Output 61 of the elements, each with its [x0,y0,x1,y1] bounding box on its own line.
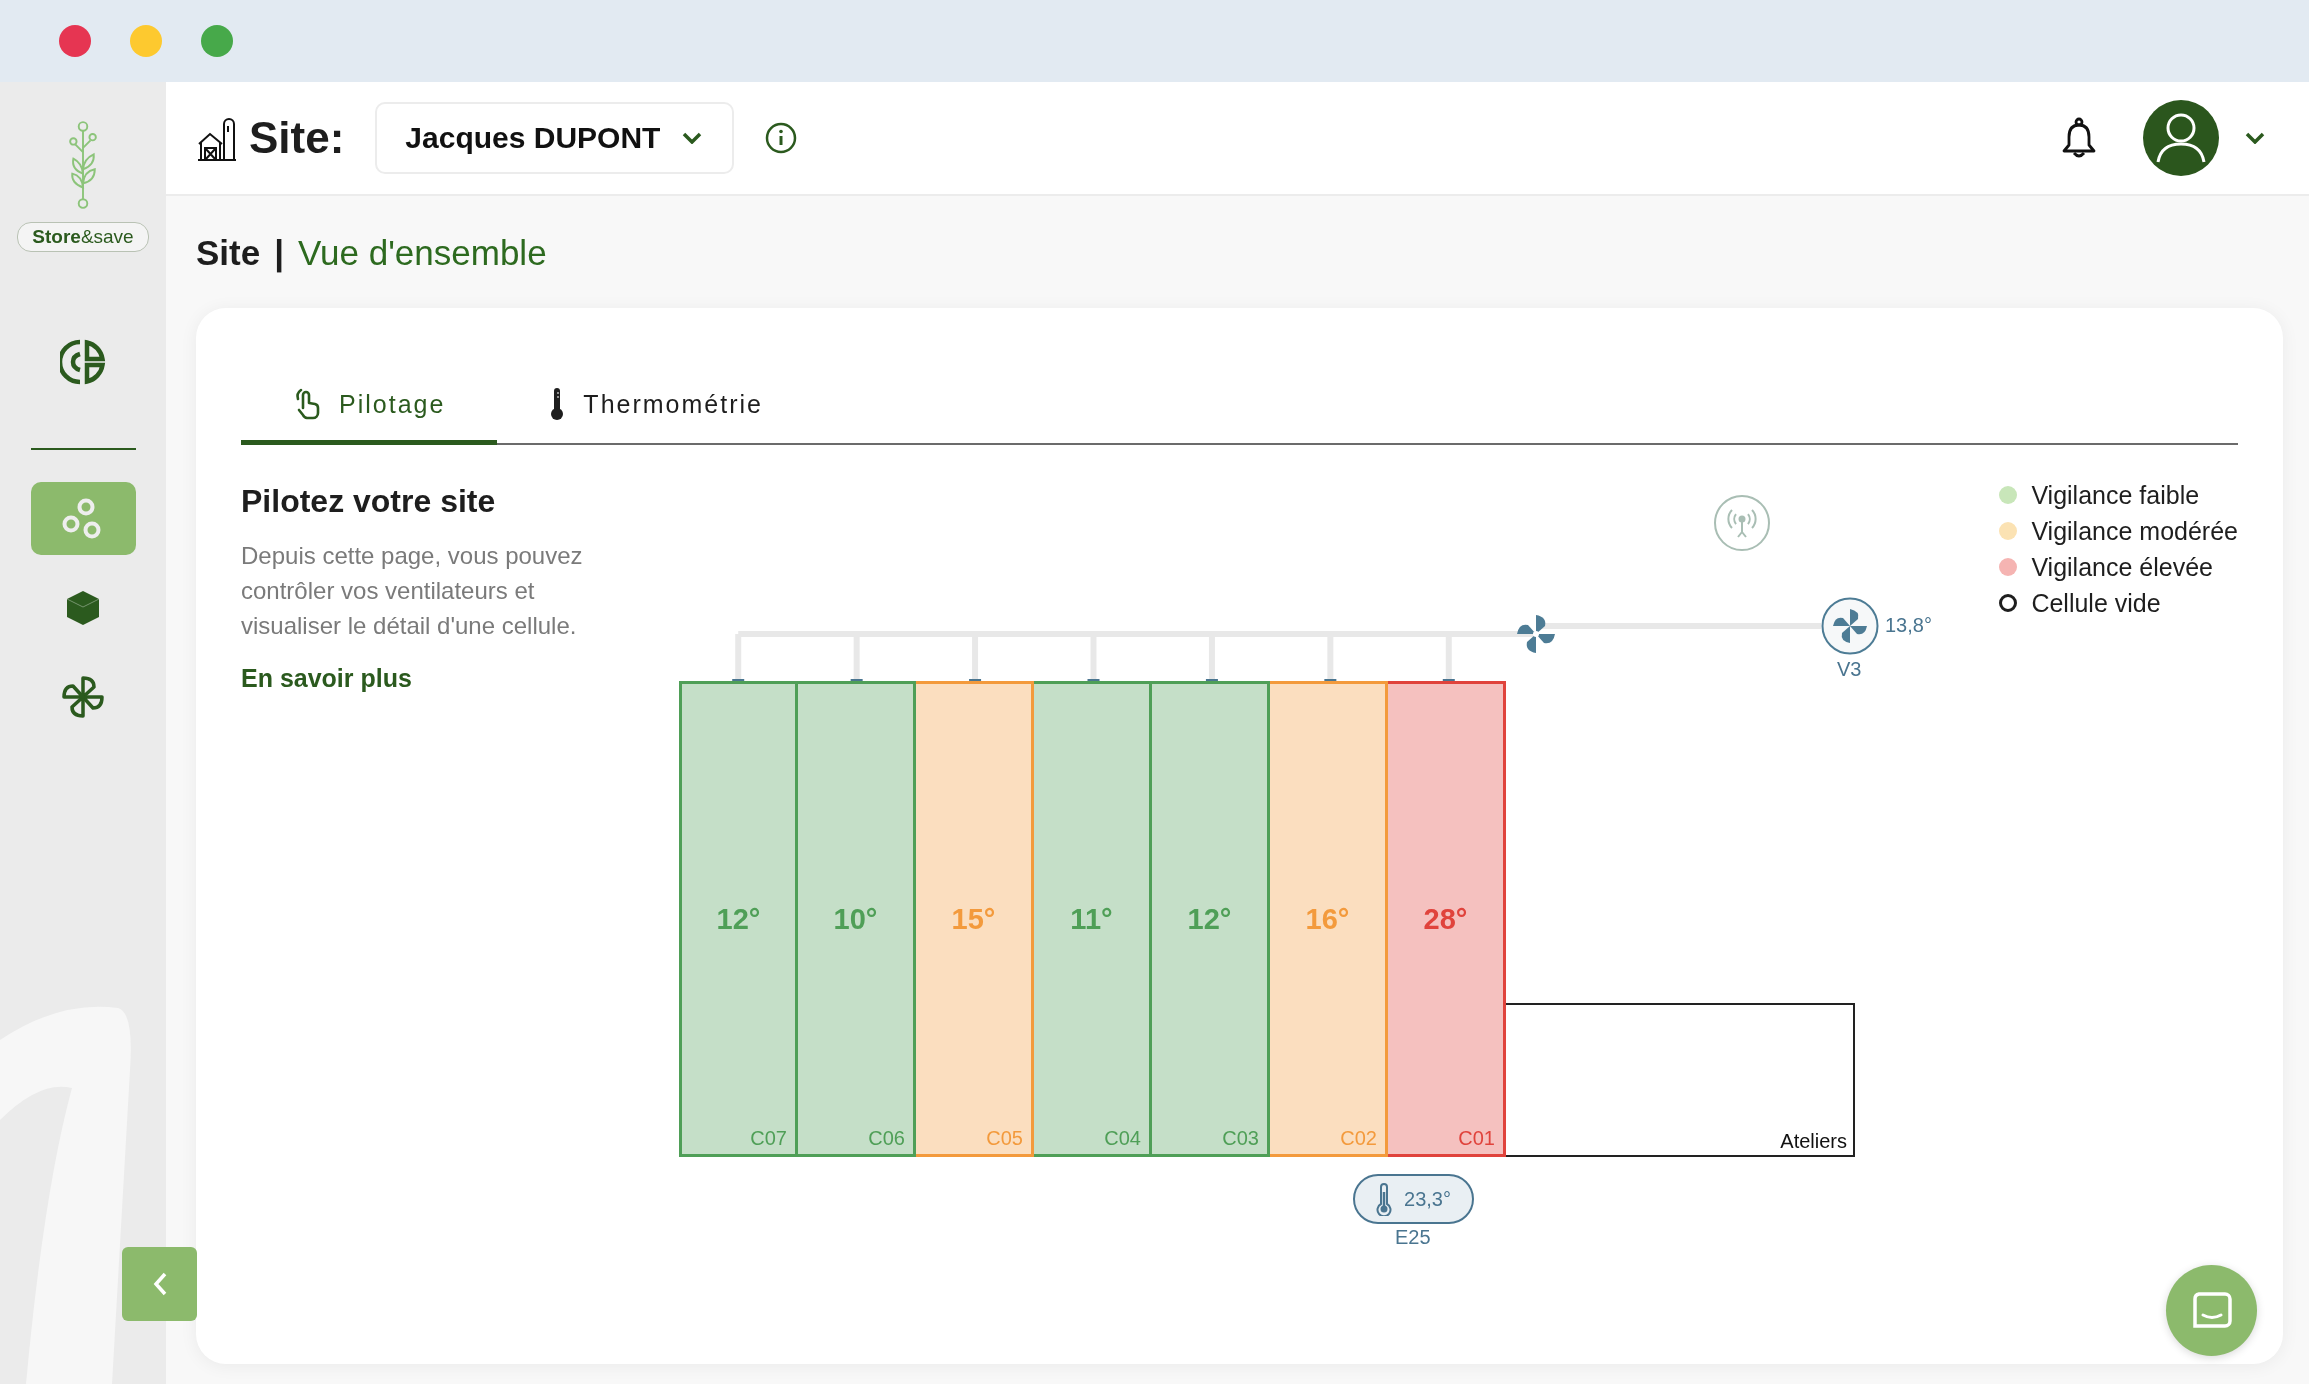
storage-cell[interactable]: 11° C04 [1034,681,1152,1157]
legend-label: Vigilance élevée [2031,552,2213,582]
antenna-icon [1713,494,1771,552]
section-description: Depuis cette page, vous pouvez contrôler vos ventilateurs et visualiser le détail d'une cellule. [241,541,584,641]
fan-icon[interactable] [1821,597,1879,655]
breadcrumb-section[interactable]: Site [196,233,261,273]
sensor-label: E25 [1395,1226,1431,1249]
chat-icon [2190,1290,2233,1331]
thermometer-icon [1376,1182,1393,1216]
page-title: Site: [249,113,345,163]
cell-label: C02 [1340,1127,1377,1150]
cell-temperature: 28° [1423,902,1468,936]
notification-bell-icon[interactable] [2061,117,2097,159]
maximize-icon[interactable] [201,25,233,57]
cell-label: C01 [1458,1127,1495,1150]
fan-reading: 13,8° [1885,614,1932,637]
storage-cell[interactable]: 16° C02 [1270,681,1388,1157]
storage-cell[interactable]: 15° C05 [916,681,1034,1157]
cell-label: C03 [1222,1127,1259,1150]
storage-cell[interactable]: 12° C03 [1152,681,1270,1157]
thermometer-icon [549,387,566,421]
cell-temperature: 12° [716,902,761,936]
tab[interactable]: Pilotage [241,368,498,445]
caret-icon [682,132,703,144]
cell-temperature: 11° [1070,902,1113,936]
brand-logo-text: Store&save [17,222,149,252]
plant-logo-icon [66,120,100,210]
fan-label: V3 [1837,658,1862,681]
cell-temperature: 15° [951,902,996,936]
storage-cell[interactable]: 12° C07 [679,681,798,1157]
info-icon[interactable] [765,122,798,154]
cell-label: C06 [868,1127,905,1150]
learn-more-link[interactable]: En savoir plus [241,663,412,693]
segmented-circle-icon [60,338,106,385]
cell-label: C04 [1104,1127,1141,1150]
cell-label: C05 [986,1127,1023,1150]
cell-temperature: 16° [1305,902,1350,936]
tab[interactable]: Thermométrie [497,368,815,445]
chevron-left-icon [151,1271,168,1297]
workshop-label: Ateliers [1780,1130,1847,1153]
sensor-badge[interactable]: 23,3° [1353,1174,1474,1224]
fan-icon[interactable] [1514,612,1558,656]
section-heading: Pilotez votre site [241,482,497,520]
cell-temperature: 10° [833,902,878,936]
avatar-icon[interactable] [2143,100,2219,176]
breadcrumb-separator: | [274,233,284,273]
cell-label: C07 [750,1127,787,1150]
site-select[interactable]: Jacques DUPONT [375,102,735,174]
storage-cell[interactable]: 10° C06 [798,681,916,1157]
touch-icon [293,388,321,420]
breadcrumb-page: Vue d'ensemble [298,233,547,273]
legend-label: Vigilance modérée [2031,516,2238,546]
cell-temperature: 12° [1187,902,1232,936]
storage-cell[interactable]: 28° C01 [1388,681,1506,1157]
legend-label: Vigilance faible [2031,480,2200,510]
caret-icon[interactable] [2245,132,2265,144]
close-icon[interactable] [59,25,91,57]
sensor-reading: 23,3° [1404,1187,1451,1211]
cube-icon [65,588,101,627]
fan-icon [60,673,106,720]
legend-label: Cellule vide [2031,588,2161,618]
